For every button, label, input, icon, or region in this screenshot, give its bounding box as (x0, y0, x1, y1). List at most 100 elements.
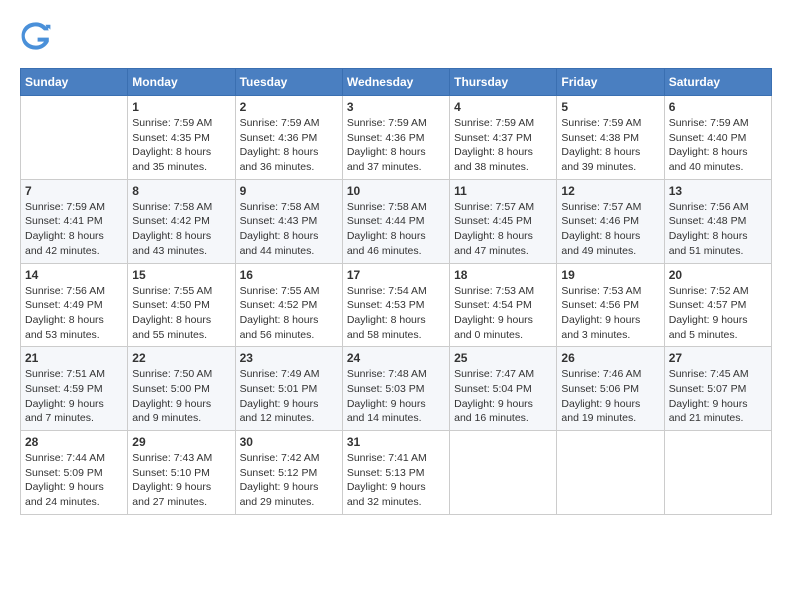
day-detail: Sunrise: 7:56 AMSunset: 4:49 PMDaylight:… (25, 284, 123, 343)
calendar-cell: 11 Sunrise: 7:57 AMSunset: 4:45 PMDayligh… (450, 179, 557, 263)
day-number: 26 (561, 351, 659, 365)
day-detail: Sunrise: 7:53 AMSunset: 4:54 PMDaylight:… (454, 284, 552, 343)
day-detail: Sunrise: 7:58 AMSunset: 4:43 PMDaylight:… (240, 200, 338, 259)
day-number: 6 (669, 100, 767, 114)
day-detail: Sunrise: 7:45 AMSunset: 5:07 PMDaylight:… (669, 367, 767, 426)
day-detail: Sunrise: 7:59 AMSunset: 4:37 PMDaylight:… (454, 116, 552, 175)
day-detail: Sunrise: 7:57 AMSunset: 4:45 PMDaylight:… (454, 200, 552, 259)
day-detail: Sunrise: 7:59 AMSunset: 4:38 PMDaylight:… (561, 116, 659, 175)
calendar-header: SundayMondayTuesdayWednesdayThursdayFrid… (21, 69, 772, 96)
day-detail: Sunrise: 7:51 AMSunset: 4:59 PMDaylight:… (25, 367, 123, 426)
calendar-week-1: 1Sunrise: 7:59 AMSunset: 4:35 PMDaylight… (21, 96, 772, 180)
calendar-week-4: 21 Sunrise: 7:51 AMSunset: 4:59 PMDayligh… (21, 347, 772, 431)
day-number: 11 (454, 184, 552, 198)
day-number: 5 (561, 100, 659, 114)
calendar-cell: 1Sunrise: 7:59 AMSunset: 4:35 PMDaylight… (128, 96, 235, 180)
page-header (20, 20, 772, 52)
day-number: 12 (561, 184, 659, 198)
calendar-cell: 30Sunrise: 7:42 AMSunset: 5:12 PMDayligh… (235, 431, 342, 515)
day-detail: Sunrise: 7:55 AMSunset: 4:52 PMDaylight:… (240, 284, 338, 343)
calendar-cell: 15 Sunrise: 7:55 AMSunset: 4:50 PMDayligh… (128, 263, 235, 347)
day-number: 22 (132, 351, 230, 365)
logo-icon (20, 20, 52, 52)
day-number: 4 (454, 100, 552, 114)
day-detail: Sunrise: 7:59 AMSunset: 4:40 PMDaylight:… (669, 116, 767, 175)
calendar-cell (557, 431, 664, 515)
day-number: 25 (454, 351, 552, 365)
day-number: 27 (669, 351, 767, 365)
calendar-cell: 28 Sunrise: 7:44 AMSunset: 5:09 PMDayligh… (21, 431, 128, 515)
calendar-cell: 19 Sunrise: 7:53 AMSunset: 4:56 PMDayligh… (557, 263, 664, 347)
day-number: 21 (25, 351, 123, 365)
calendar-cell: 27 Sunrise: 7:45 AMSunset: 5:07 PMDayligh… (664, 347, 771, 431)
calendar-cell: 14Sunrise: 7:56 AMSunset: 4:49 PMDayligh… (21, 263, 128, 347)
day-number: 31 (347, 435, 445, 449)
calendar-cell: 21 Sunrise: 7:51 AMSunset: 4:59 PMDayligh… (21, 347, 128, 431)
day-detail: Sunrise: 7:47 AMSunset: 5:04 PMDaylight:… (454, 367, 552, 426)
day-number: 3 (347, 100, 445, 114)
day-detail: Sunrise: 7:44 AMSunset: 5:09 PMDaylight:… (25, 451, 123, 510)
day-detail: Sunrise: 7:46 AMSunset: 5:06 PMDaylight:… (561, 367, 659, 426)
calendar-cell: 17 Sunrise: 7:54 AMSunset: 4:53 PMDayligh… (342, 263, 449, 347)
header-cell-thursday: Thursday (450, 69, 557, 96)
day-number: 17 (347, 268, 445, 282)
logo (20, 20, 56, 52)
calendar-cell: 23 Sunrise: 7:49 AMSunset: 5:01 PMDayligh… (235, 347, 342, 431)
day-detail: Sunrise: 7:55 AMSunset: 4:50 PMDaylight:… (132, 284, 230, 343)
calendar-cell (21, 96, 128, 180)
calendar-table: SundayMondayTuesdayWednesdayThursdayFrid… (20, 68, 772, 515)
header-cell-saturday: Saturday (664, 69, 771, 96)
calendar-cell: 4 Sunrise: 7:59 AMSunset: 4:37 PMDaylight… (450, 96, 557, 180)
day-number: 8 (132, 184, 230, 198)
calendar-cell: 9 Sunrise: 7:58 AMSunset: 4:43 PMDaylight… (235, 179, 342, 263)
day-detail: Sunrise: 7:58 AMSunset: 4:42 PMDaylight:… (132, 200, 230, 259)
calendar-cell: 5 Sunrise: 7:59 AMSunset: 4:38 PMDaylight… (557, 96, 664, 180)
calendar-cell: 22 Sunrise: 7:50 AMSunset: 5:00 PMDayligh… (128, 347, 235, 431)
calendar-cell: 26 Sunrise: 7:46 AMSunset: 5:06 PMDayligh… (557, 347, 664, 431)
day-detail: Sunrise: 7:58 AMSunset: 4:44 PMDaylight:… (347, 200, 445, 259)
day-number: 16 (240, 268, 338, 282)
day-number: 15 (132, 268, 230, 282)
day-number: 7 (25, 184, 123, 198)
day-detail: Sunrise: 7:54 AMSunset: 4:53 PMDaylight:… (347, 284, 445, 343)
day-number: 28 (25, 435, 123, 449)
calendar-cell: 29 Sunrise: 7:43 AMSunset: 5:10 PMDayligh… (128, 431, 235, 515)
calendar-week-5: 28 Sunrise: 7:44 AMSunset: 5:09 PMDayligh… (21, 431, 772, 515)
calendar-cell: 10 Sunrise: 7:58 AMSunset: 4:44 PMDayligh… (342, 179, 449, 263)
day-detail: Sunrise: 7:59 AMSunset: 4:41 PMDaylight:… (25, 200, 123, 259)
day-number: 1 (132, 100, 230, 114)
calendar-week-3: 14Sunrise: 7:56 AMSunset: 4:49 PMDayligh… (21, 263, 772, 347)
day-detail: Sunrise: 7:50 AMSunset: 5:00 PMDaylight:… (132, 367, 230, 426)
calendar-cell (664, 431, 771, 515)
day-number: 10 (347, 184, 445, 198)
day-detail: Sunrise: 7:48 AMSunset: 5:03 PMDaylight:… (347, 367, 445, 426)
header-cell-friday: Friday (557, 69, 664, 96)
calendar-cell: 25 Sunrise: 7:47 AMSunset: 5:04 PMDayligh… (450, 347, 557, 431)
calendar-cell: 24 Sunrise: 7:48 AMSunset: 5:03 PMDayligh… (342, 347, 449, 431)
day-number: 13 (669, 184, 767, 198)
calendar-cell: 7 Sunrise: 7:59 AMSunset: 4:41 PMDaylight… (21, 179, 128, 263)
day-number: 23 (240, 351, 338, 365)
day-number: 20 (669, 268, 767, 282)
day-number: 24 (347, 351, 445, 365)
day-detail: Sunrise: 7:43 AMSunset: 5:10 PMDaylight:… (132, 451, 230, 510)
calendar-cell: 6 Sunrise: 7:59 AMSunset: 4:40 PMDaylight… (664, 96, 771, 180)
calendar-cell: 2Sunrise: 7:59 AMSunset: 4:36 PMDaylight… (235, 96, 342, 180)
day-number: 9 (240, 184, 338, 198)
header-cell-tuesday: Tuesday (235, 69, 342, 96)
day-detail: Sunrise: 7:53 AMSunset: 4:56 PMDaylight:… (561, 284, 659, 343)
day-number: 2 (240, 100, 338, 114)
calendar-cell: 20 Sunrise: 7:52 AMSunset: 4:57 PMDayligh… (664, 263, 771, 347)
calendar-week-2: 7 Sunrise: 7:59 AMSunset: 4:41 PMDaylight… (21, 179, 772, 263)
day-number: 18 (454, 268, 552, 282)
header-cell-wednesday: Wednesday (342, 69, 449, 96)
day-detail: Sunrise: 7:57 AMSunset: 4:46 PMDaylight:… (561, 200, 659, 259)
day-number: 19 (561, 268, 659, 282)
day-number: 29 (132, 435, 230, 449)
day-detail: Sunrise: 7:56 AMSunset: 4:48 PMDaylight:… (669, 200, 767, 259)
calendar-cell: 12 Sunrise: 7:57 AMSunset: 4:46 PMDayligh… (557, 179, 664, 263)
day-detail: Sunrise: 7:52 AMSunset: 4:57 PMDaylight:… (669, 284, 767, 343)
day-detail: Sunrise: 7:49 AMSunset: 5:01 PMDaylight:… (240, 367, 338, 426)
calendar-cell: 3Sunrise: 7:59 AMSunset: 4:36 PMDaylight… (342, 96, 449, 180)
header-cell-sunday: Sunday (21, 69, 128, 96)
